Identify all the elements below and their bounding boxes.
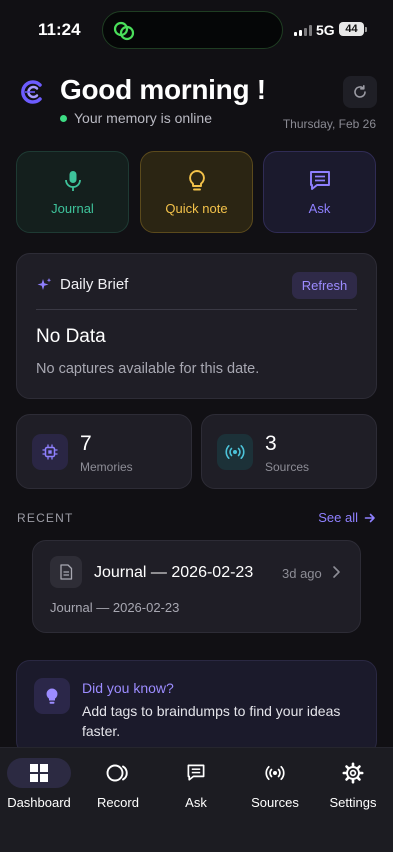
journal-action-label: Journal — [51, 201, 94, 216]
document-icon — [60, 564, 73, 580]
greeting-title: Good morning ! — [60, 74, 266, 105]
tab-sources[interactable]: Sources — [236, 748, 314, 818]
see-all-link[interactable]: See all — [318, 510, 376, 525]
tab-settings-pill — [321, 758, 385, 788]
microphone-icon — [64, 171, 81, 191]
sources-icon-box — [217, 434, 253, 470]
recent-item-time: 3d ago — [282, 566, 322, 581]
app-logo-icon — [21, 80, 42, 104]
broadcast-icon — [265, 765, 285, 781]
tab-ask[interactable]: Ask — [157, 748, 235, 818]
chevron-right-icon — [333, 566, 340, 578]
signal-icon — [294, 25, 312, 36]
daily-brief-empty-title: No Data — [36, 326, 106, 347]
memories-stat-card[interactable]: 7 Memories — [16, 414, 192, 489]
refresh-icon — [354, 85, 366, 98]
current-date: Thursday, Feb 26 — [282, 117, 376, 131]
tab-sources-pill — [243, 758, 307, 788]
dynamic-island — [102, 11, 283, 49]
chat-icon — [309, 171, 330, 190]
journal-action-button[interactable]: Journal — [16, 151, 129, 233]
refresh-button[interactable] — [343, 76, 377, 108]
tab-record-pill — [86, 758, 150, 788]
bottom-tab-bar: Dashboard Record Ask Sources Settings — [0, 747, 393, 852]
gear-icon — [342, 762, 364, 784]
tab-settings[interactable]: Settings — [314, 748, 392, 818]
chat-icon — [187, 764, 205, 781]
online-dot-icon — [60, 114, 67, 122]
memory-status: Your memory is online — [60, 110, 212, 126]
tab-record-label: Record — [97, 795, 139, 810]
daily-brief-empty-desc: No captures available for this date. — [36, 361, 260, 377]
memory-status-text: Your memory is online — [74, 110, 212, 126]
tip-title: Did you know? — [82, 680, 174, 696]
tab-settings-label: Settings — [329, 795, 377, 810]
sources-stat-card[interactable]: 3 Sources — [201, 414, 377, 489]
record-icon — [106, 764, 128, 782]
did-you-know-card: Did you know? Add tags to braindumps to … — [16, 660, 377, 755]
recent-item-subtitle: Journal — 2026-02-23 — [50, 600, 180, 615]
memories-icon-box — [32, 434, 68, 470]
lightbulb-icon — [188, 170, 205, 191]
tab-dashboard[interactable]: Dashboard — [0, 748, 78, 818]
daily-brief-card: Daily Brief Refresh No Data No captures … — [16, 253, 377, 399]
sparkle-icon — [37, 277, 52, 290]
tab-dashboard-label: Dashboard — [7, 795, 71, 810]
battery-icon: 44 — [339, 22, 364, 36]
network-type: 5G — [316, 22, 335, 38]
quick-note-action-button[interactable]: Quick note — [140, 151, 253, 233]
document-icon-box — [50, 556, 82, 588]
arrow-right-icon — [364, 513, 375, 522]
sources-count: 3 — [265, 432, 277, 455]
ask-action-label: Ask — [308, 201, 331, 216]
sources-label: Sources — [265, 460, 310, 474]
tip-icon-box — [34, 678, 70, 714]
broadcast-icon — [225, 445, 245, 459]
link-icon — [113, 21, 135, 41]
daily-brief-header: Daily Brief — [36, 276, 128, 293]
ask-action-button[interactable]: Ask — [263, 151, 376, 233]
tab-sources-label: Sources — [251, 795, 299, 810]
status-time: 11:24 — [38, 20, 81, 39]
recent-item-title: Journal — 2026-02-23 — [94, 564, 254, 581]
tab-dashboard-pill — [7, 758, 71, 788]
see-all-label: See all — [318, 510, 358, 525]
quick-note-action-label: Quick note — [165, 201, 228, 216]
daily-brief-refresh-button[interactable]: Refresh — [292, 272, 357, 299]
dashboard-icon — [30, 764, 48, 782]
tab-record[interactable]: Record — [79, 748, 157, 818]
daily-brief-title: Daily Brief — [60, 276, 129, 293]
chip-icon — [42, 444, 58, 460]
tab-ask-pill — [164, 758, 228, 788]
memories-label: Memories — [80, 460, 133, 474]
recent-item[interactable]: Journal — 2026-02-23 3d ago Journal — 20… — [32, 540, 361, 633]
divider — [36, 309, 357, 310]
recent-section-label: RECENT — [17, 511, 74, 525]
tab-ask-label: Ask — [185, 795, 207, 810]
tip-text: Add tags to braindumps to find your idea… — [82, 703, 341, 739]
memories-count: 7 — [80, 432, 92, 455]
battery-tip — [365, 27, 367, 32]
status-bar: 11:24 5G 44 — [0, 0, 393, 60]
lightbulb-icon — [46, 688, 58, 704]
